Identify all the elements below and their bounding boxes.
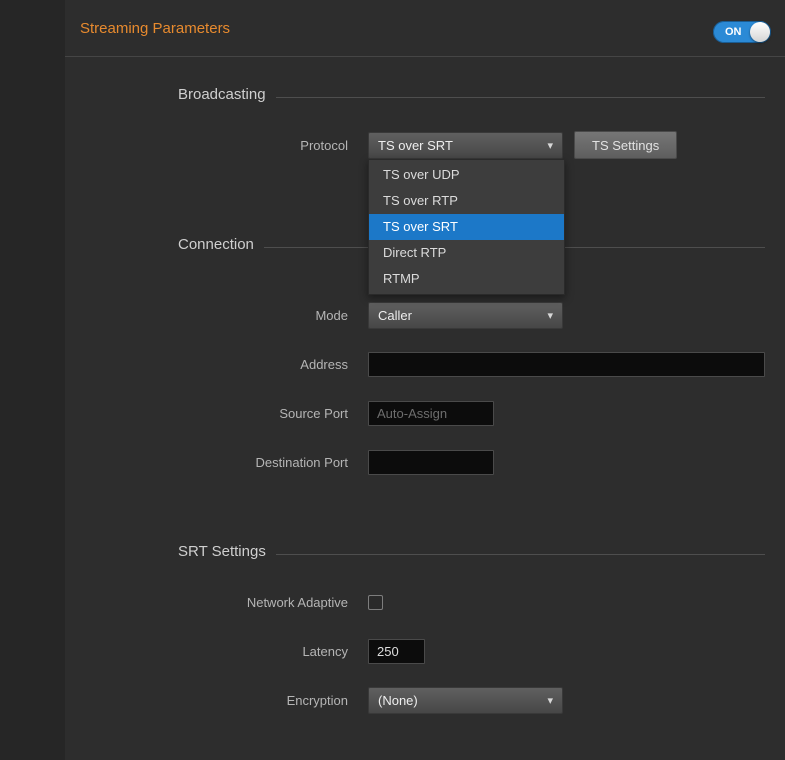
toggle-on-label: ON [725, 21, 742, 43]
streaming-enabled-toggle[interactable]: ON [713, 21, 771, 43]
toggle-knob-icon [750, 22, 770, 42]
mode-dropdown[interactable]: Caller ▾ [368, 302, 563, 329]
encryption-dropdown[interactable]: (None) ▾ [368, 687, 563, 714]
address-input[interactable] [368, 352, 765, 377]
streaming-parameters-panel: Streaming Parameters ON Broadcasting Pro… [65, 0, 785, 760]
source-port-label: Source Port [65, 406, 348, 421]
menu-item-rtmp[interactable]: RTMP [369, 266, 564, 292]
menu-item-direct-rtp[interactable]: Direct RTP [369, 240, 564, 266]
latency-input[interactable] [368, 639, 425, 664]
protocol-label: Protocol [65, 138, 348, 153]
address-label: Address [65, 357, 348, 372]
latency-label: Latency [65, 644, 348, 659]
destination-port-row: Destination Port [65, 447, 765, 477]
source-port-row: Source Port [65, 398, 765, 428]
encryption-row: Encryption (None) ▾ [65, 685, 765, 715]
latency-row: Latency [65, 636, 765, 666]
mode-label: Mode [65, 308, 348, 323]
section-broadcasting-title: Broadcasting [178, 86, 266, 103]
section-srt-settings-title: SRT Settings [178, 543, 266, 560]
mode-dropdown-value: Caller [378, 308, 412, 323]
protocol-dropdown-menu: TS over UDP TS over RTP TS over SRT Dire… [368, 159, 565, 295]
section-srt-settings: SRT Settings [178, 543, 765, 560]
section-connection-title: Connection [178, 236, 254, 253]
ts-settings-button[interactable]: TS Settings [574, 131, 677, 159]
menu-item-ts-over-udp[interactable]: TS over UDP [369, 162, 564, 188]
chevron-down-icon: ▾ [547, 139, 553, 152]
network-adaptive-row: Network Adaptive [65, 587, 765, 617]
section-rule [276, 97, 765, 98]
protocol-dropdown-value: TS over SRT [378, 138, 453, 153]
address-row: Address [65, 349, 765, 379]
protocol-dropdown[interactable]: TS over SRT ▾ [368, 132, 563, 159]
destination-port-label: Destination Port [65, 455, 348, 470]
menu-item-ts-over-srt[interactable]: TS over SRT [369, 214, 564, 240]
mode-row: Mode Caller ▾ [65, 300, 765, 330]
network-adaptive-label: Network Adaptive [65, 595, 348, 610]
destination-port-input[interactable] [368, 450, 494, 475]
chevron-down-icon: ▾ [547, 309, 553, 322]
protocol-row: Protocol TS over SRT ▾ TS Settings [65, 130, 765, 160]
chevron-down-icon: ▾ [547, 694, 553, 707]
encryption-label: Encryption [65, 693, 348, 708]
network-adaptive-checkbox[interactable] [368, 595, 383, 610]
source-port-input[interactable] [368, 401, 494, 426]
ts-settings-button-label: TS Settings [592, 138, 659, 153]
section-rule [276, 554, 765, 555]
panel-header: Streaming Parameters ON [65, 0, 785, 57]
section-broadcasting: Broadcasting [178, 86, 765, 103]
page-title: Streaming Parameters [80, 0, 230, 57]
menu-item-ts-over-rtp[interactable]: TS over RTP [369, 188, 564, 214]
encryption-dropdown-value: (None) [378, 693, 418, 708]
